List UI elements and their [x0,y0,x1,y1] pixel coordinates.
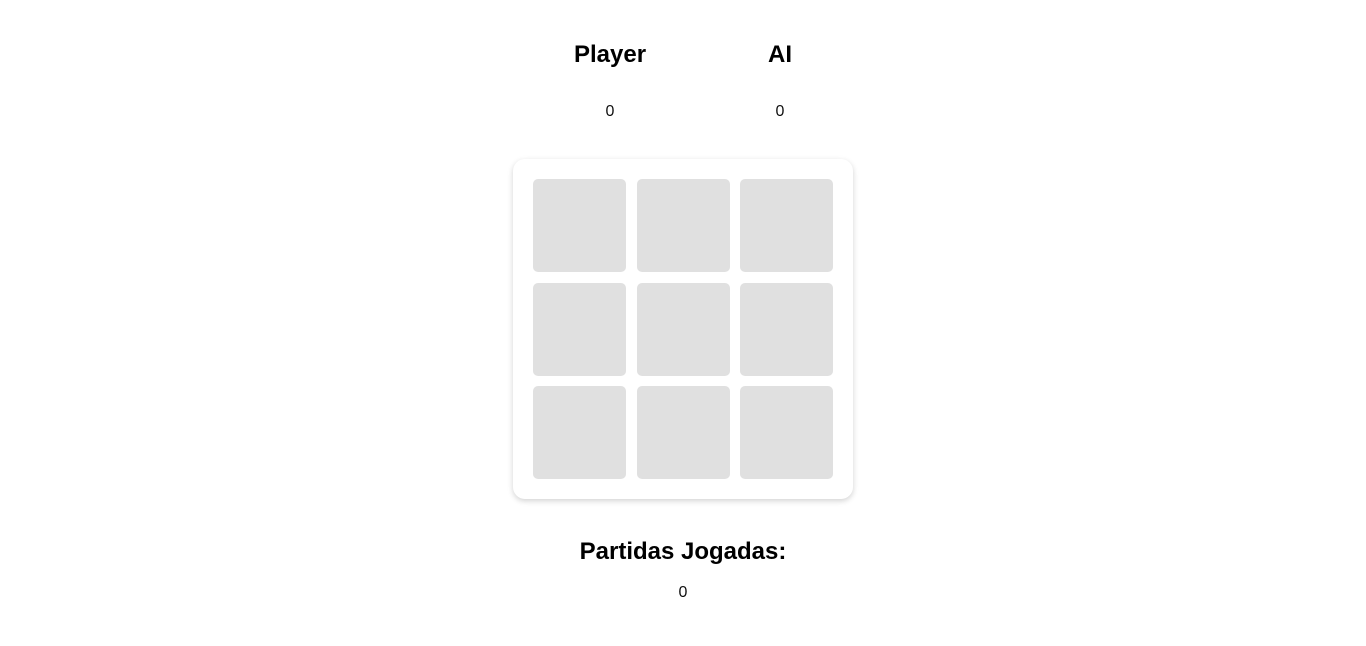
ai-label: AI [768,41,792,68]
game-page: Player 0 AI 0 Partidas Jogadas: 0 [0,0,1366,646]
board-cell-1[interactable] [636,179,730,272]
board-cell-7[interactable] [636,386,730,479]
board-cell-5[interactable] [740,282,833,376]
tic-tac-toe-board [513,159,853,499]
games-played-count: 0 [678,584,688,601]
board-cell-6[interactable] [533,386,626,479]
player-score: 0 [605,103,615,120]
ai-score: 0 [775,103,785,120]
player-label: Player [573,41,647,68]
ai-score-panel: AI 0 [700,38,860,122]
board-cell-2[interactable] [740,179,833,272]
games-played-label: Partidas Jogadas: [579,538,787,565]
games-played-panel: Partidas Jogadas: 0 [483,536,883,603]
board-cell-8[interactable] [740,386,833,479]
player-score-panel: Player 0 [530,38,690,122]
board-cell-4[interactable] [636,282,730,376]
board-cell-3[interactable] [533,282,626,376]
board-cell-0[interactable] [533,179,626,272]
